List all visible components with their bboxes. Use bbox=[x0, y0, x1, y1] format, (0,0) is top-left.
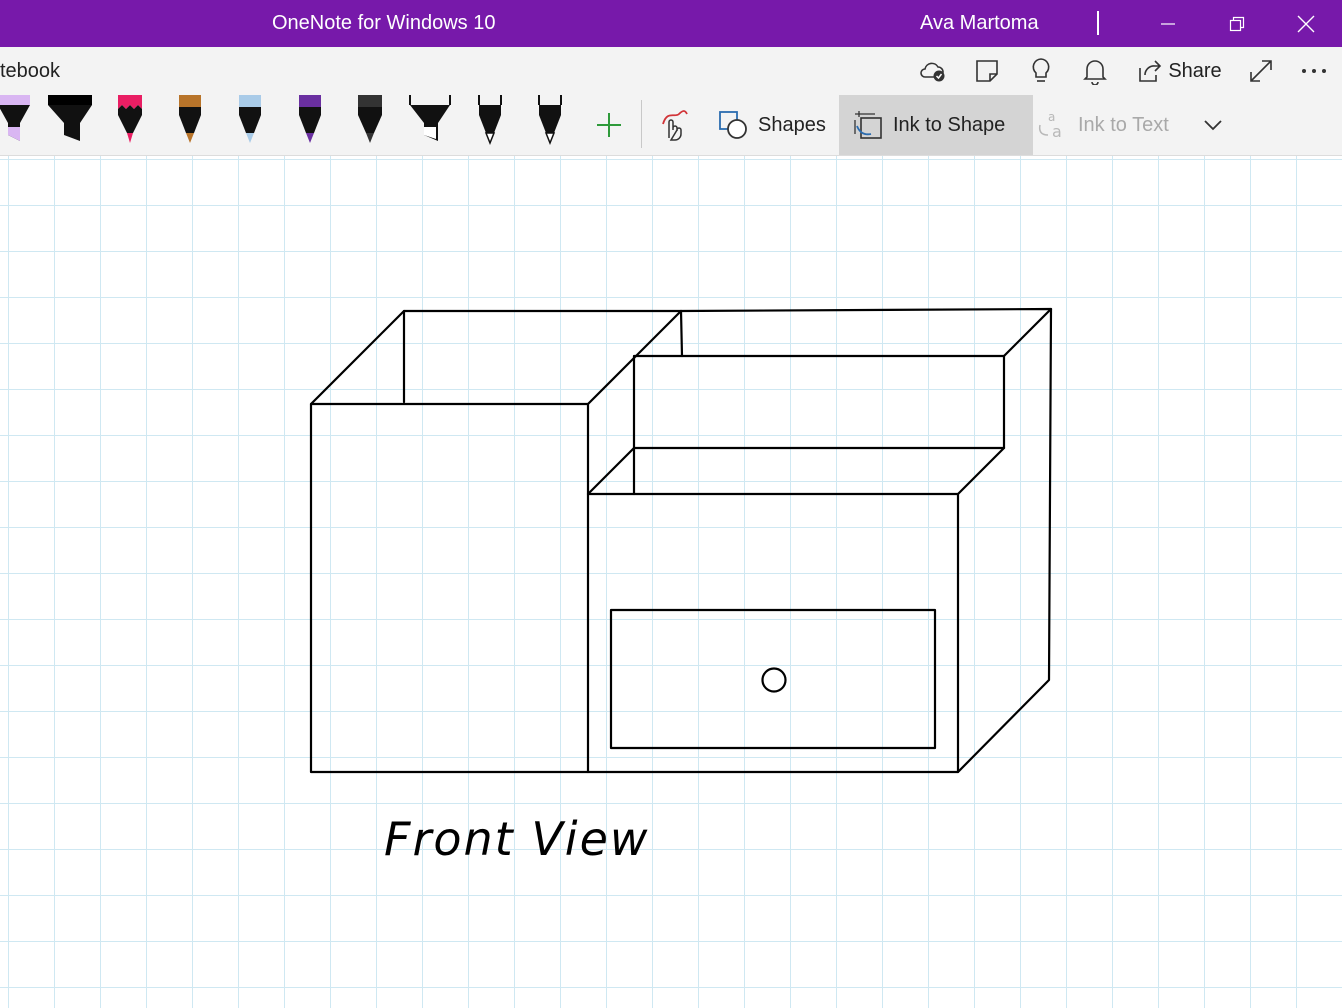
pen-icon bbox=[118, 95, 142, 143]
title-bar-divider bbox=[1097, 11, 1099, 35]
ink-left-box-top bbox=[309, 309, 683, 406]
notebook-name[interactable]: tebook bbox=[0, 60, 60, 83]
pen-icon bbox=[538, 95, 562, 145]
pen-lavender-highlighter[interactable] bbox=[0, 95, 40, 145]
lightbulb-icon bbox=[1032, 58, 1050, 82]
pen-black-highlighter[interactable] bbox=[46, 95, 94, 145]
share-icon bbox=[1139, 60, 1162, 82]
ink-lower-box-top bbox=[586, 446, 1006, 496]
pen-black-2[interactable] bbox=[526, 95, 574, 145]
ink-to-text-button[interactable]: a a Ink to Text bbox=[1030, 95, 1186, 155]
title-bar: OneNote for Windows 10 Ava Martoma bbox=[0, 0, 1342, 47]
sync-status-icon bbox=[920, 62, 945, 82]
ink-sketch-cabinet[interactable] bbox=[0, 156, 1342, 1008]
pen-icon bbox=[299, 95, 321, 143]
expand-icon bbox=[1250, 60, 1272, 82]
ink-to-text-icon: a a bbox=[1038, 110, 1062, 141]
highlighter-icon bbox=[409, 95, 451, 141]
pen-icon bbox=[478, 95, 502, 145]
sync-status-button[interactable] bbox=[916, 47, 950, 95]
notifications-button[interactable] bbox=[1080, 47, 1110, 95]
more-icon bbox=[1302, 69, 1326, 73]
touch-draw-icon bbox=[662, 110, 688, 141]
pen-bronze[interactable] bbox=[166, 95, 214, 145]
shapes-button[interactable]: Shapes bbox=[712, 95, 840, 155]
app-title: OneNote for Windows 10 bbox=[272, 12, 496, 34]
restore-button[interactable] bbox=[1207, 0, 1267, 47]
add-pen-button[interactable] bbox=[592, 95, 626, 155]
ink-drawer bbox=[609, 608, 937, 750]
lightbulb-button[interactable] bbox=[1026, 47, 1056, 95]
more-options-button[interactable] bbox=[1298, 47, 1330, 95]
pen-dark-gray[interactable] bbox=[346, 95, 394, 145]
close-button[interactable] bbox=[1276, 0, 1336, 47]
ink-right-box-back-edge bbox=[679, 309, 684, 358]
ink-shelf-diagonal bbox=[586, 446, 636, 496]
ink-to-shape-button[interactable]: Ink to Shape bbox=[839, 95, 1033, 155]
pen-black[interactable] bbox=[466, 95, 514, 145]
ink-to-shape-label: Ink to Shape bbox=[893, 113, 1006, 136]
expand-button[interactable] bbox=[1246, 47, 1276, 95]
highlighter-icon bbox=[0, 95, 30, 141]
pen-pink-galaxy[interactable] bbox=[106, 95, 154, 145]
highlighter-icon bbox=[48, 95, 92, 141]
pen-icon bbox=[239, 95, 261, 143]
ink-to-text-label: Ink to Text bbox=[1078, 113, 1169, 136]
pen-icon bbox=[358, 95, 382, 143]
user-account-name[interactable]: Ava Martoma bbox=[920, 12, 1039, 35]
toolbar-overflow-button[interactable] bbox=[1196, 95, 1230, 155]
plus-icon bbox=[597, 113, 621, 137]
minimize-button[interactable] bbox=[1138, 0, 1198, 47]
pen-icon bbox=[179, 95, 201, 143]
ink-inner-shelf bbox=[632, 354, 1006, 450]
pen-light-blue[interactable] bbox=[226, 95, 274, 145]
ink-left-box-front bbox=[309, 402, 590, 774]
ink-to-shape-icon bbox=[854, 111, 882, 139]
shapes-label: Shapes bbox=[758, 113, 826, 136]
share-label: Share bbox=[1168, 59, 1222, 82]
chevron-down-icon bbox=[1204, 120, 1222, 131]
draw-toolbar: Shapes Ink to Shape a a Ink to Text bbox=[0, 95, 1342, 156]
page-canvas[interactable]: Front View bbox=[0, 156, 1342, 1008]
restore-icon bbox=[1229, 16, 1245, 31]
share-button[interactable]: Share bbox=[1134, 47, 1224, 95]
shapes-icon bbox=[719, 111, 747, 139]
ink-shelf-edge bbox=[1002, 307, 1053, 358]
minimize-icon bbox=[1161, 22, 1175, 25]
notebook-pages-icon bbox=[976, 60, 998, 82]
navigation-header: tebook Share bbox=[0, 47, 1342, 95]
pen-black-highlighter-2[interactable] bbox=[406, 95, 454, 145]
handwritten-caption: Front View bbox=[384, 812, 650, 866]
close-icon bbox=[1297, 15, 1315, 32]
ink-drawer-knob bbox=[761, 667, 787, 693]
bell-icon bbox=[1083, 60, 1107, 85]
draw-with-touch-button[interactable] bbox=[652, 95, 692, 155]
svg-text:a: a bbox=[1052, 122, 1062, 141]
toolbar-divider bbox=[641, 100, 642, 148]
pen-purple[interactable] bbox=[286, 95, 334, 145]
ink-right-box-outline bbox=[586, 307, 1053, 774]
notebook-pages-button[interactable] bbox=[970, 47, 1004, 95]
